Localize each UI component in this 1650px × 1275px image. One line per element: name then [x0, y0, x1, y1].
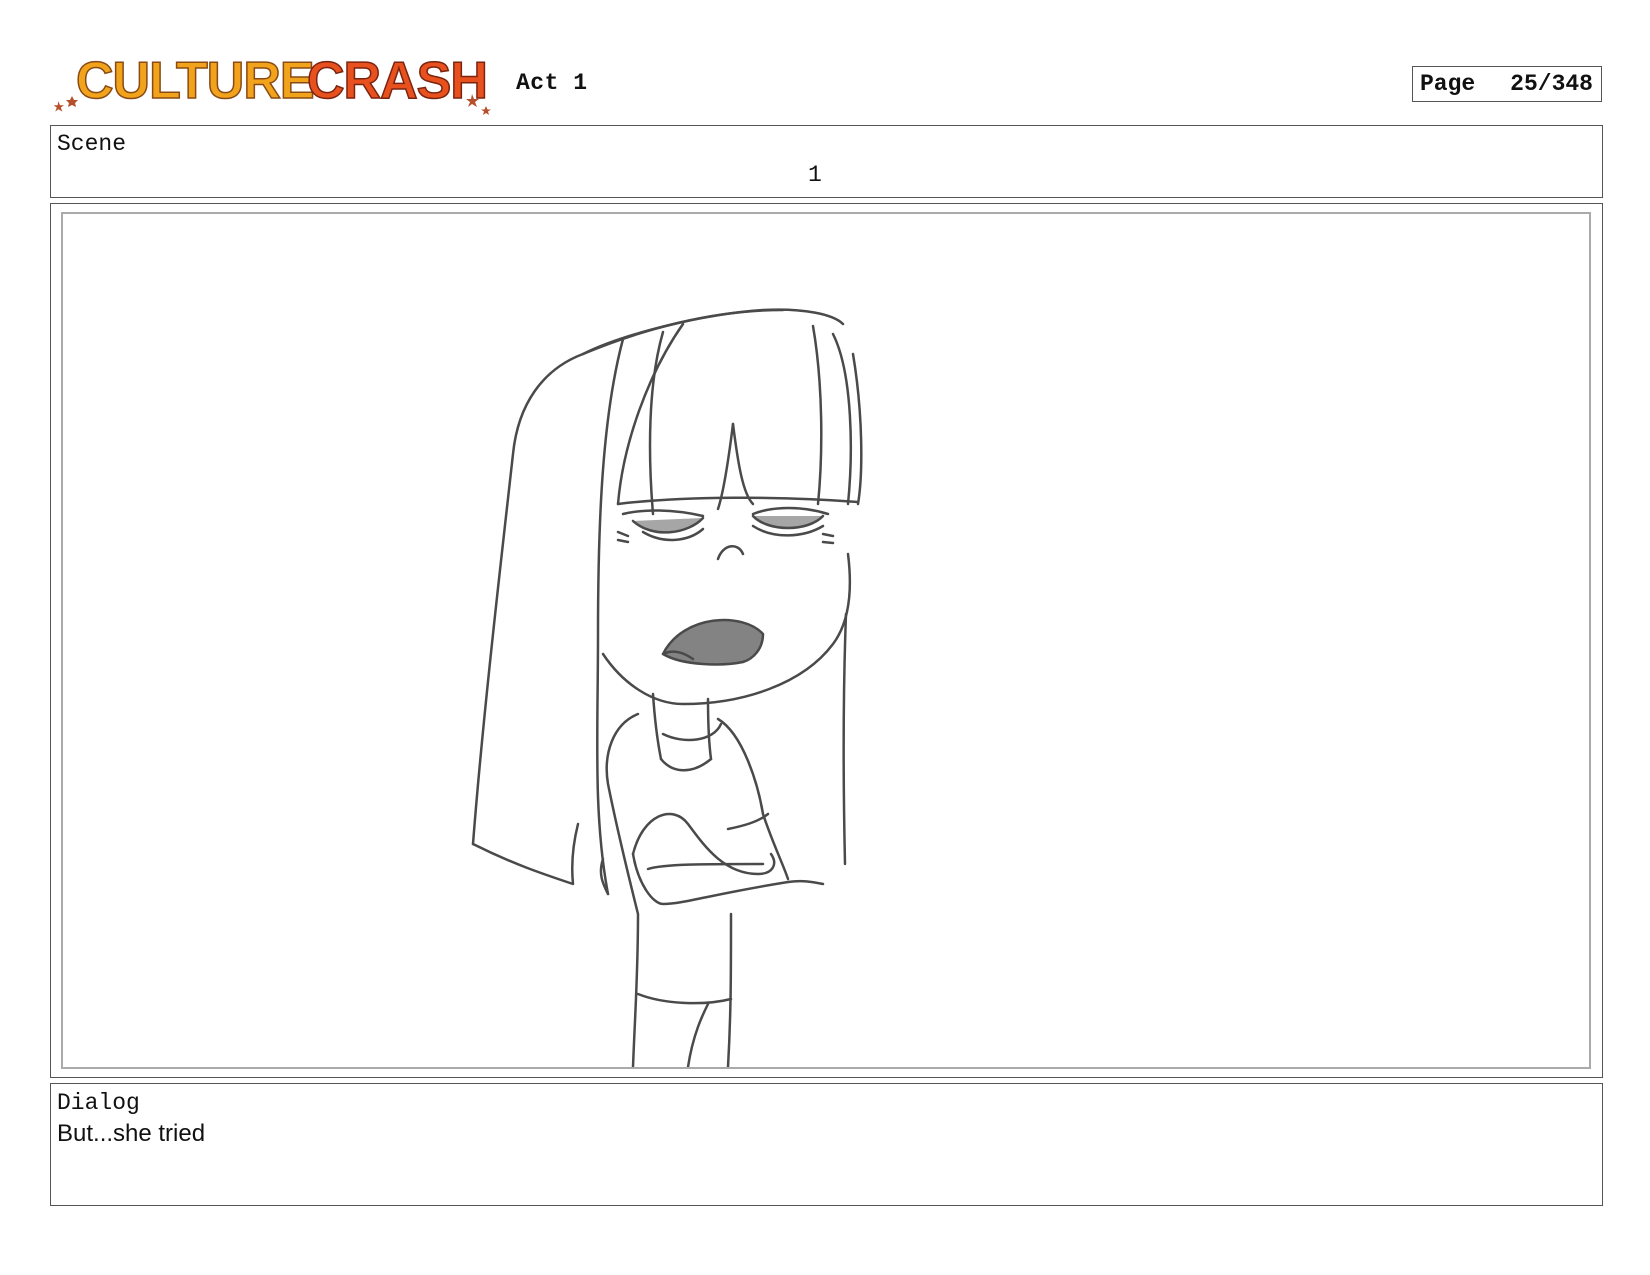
scene-label: Scene — [57, 131, 127, 157]
culture-crash-logo: CULTURE CRASH — [52, 50, 500, 120]
storyboard-panel — [50, 203, 1603, 1078]
page-indicator: Page 25/348 — [1412, 66, 1602, 102]
character-sketch — [471, 308, 863, 1067]
dialog-text: But...she tried — [57, 1120, 206, 1147]
scene-field: Scene 1 — [50, 125, 1603, 198]
page-label: Page — [1420, 71, 1476, 97]
scene-number: 1 — [808, 162, 822, 188]
act-label: Act 1 — [516, 70, 588, 96]
panel-frame — [61, 212, 1591, 1069]
logo-word-culture: CULTURE — [76, 52, 314, 110]
dialog-label: Dialog — [57, 1090, 140, 1116]
page-number: 25/348 — [1510, 71, 1593, 97]
logo-word-crash: CRASH — [307, 52, 487, 110]
dialog-field: Dialog But...she tried — [50, 1083, 1603, 1206]
